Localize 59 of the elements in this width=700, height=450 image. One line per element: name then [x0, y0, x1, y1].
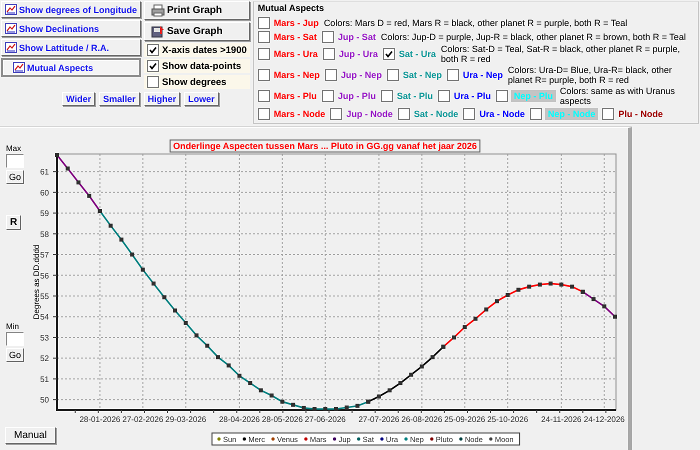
tick-label: 28-01-2026: [79, 415, 120, 424]
color-note: Colors: Mars D = red, Mars R = black, other planet R = purple, both R = Teal: [324, 18, 628, 28]
tick-label: 25-09-2026: [444, 415, 486, 424]
color-note: Colors: same as with Uranus aspects: [560, 86, 676, 106]
tick-label: 55: [40, 292, 49, 301]
checkbox-label: Ura - Nep: [462, 70, 504, 80]
tick-label: 51: [40, 374, 49, 384]
checkbox-label: Show degrees: [162, 76, 226, 88]
tick-label: 61: [40, 168, 49, 177]
checkbox-label: Sat - Node: [412, 108, 460, 118]
checkbox-label: Mars - Jup: [272, 18, 320, 28]
tick-label: 28-05-2026: [262, 415, 303, 424]
checkbox-label: Mars - Ura: [272, 49, 319, 59]
checkbox-label: Show data-points: [162, 60, 242, 72]
tick-label: 50: [40, 396, 49, 405]
color-note: Colors: Ura-D= Blue, Ura-R= black, other planet R= purple, both R = red: [508, 65, 673, 85]
tick-label: 58: [40, 230, 49, 239]
checkbox-label: Jup - Sat: [336, 32, 377, 42]
tick-label: 25-10-2026: [487, 415, 528, 424]
checkbox-label: X-axis dates >1900: [162, 44, 247, 56]
checkbox-label: Sat - Ura: [398, 49, 437, 59]
checkbox-label: Plu - Node: [617, 108, 664, 118]
color-note: Colors: Sat-D = Teal, Sat-R = black, other planet R = purple, both R = red: [440, 44, 682, 64]
checkbox-label: Jup - Plu: [336, 91, 377, 101]
tick-label: 56: [40, 271, 49, 280]
axis-title: Degrees as DD.dddd: [32, 244, 41, 320]
min-label: Min: [6, 322, 19, 331]
tick-label: 27-02-2026: [122, 415, 164, 424]
tick-label: 28-04-2026: [218, 415, 260, 424]
checkbox-label: Jup - Ura: [338, 49, 379, 59]
tick-label: 53: [40, 333, 49, 342]
tick-label: 60: [40, 188, 49, 198]
checkbox-label: Mars - Node: [272, 108, 326, 118]
max-label: Max: [6, 144, 22, 153]
tick-label: 26-08-2026: [401, 415, 442, 424]
tick-label: 52: [40, 354, 49, 364]
color-note: Colors: Jup-D = purple, Jup-R = black, other planet R = brown, both R = Teal: [380, 32, 687, 42]
checkbox-label: Sat - Plu: [396, 91, 434, 101]
checkbox-label: Nep - Node: [544, 108, 598, 120]
checkbox-label: Sat - Nep: [402, 70, 443, 80]
chart-title: Onderlinge Aspecten tussen Mars ... Pluto in GG.gg vanaf het jaar 2026: [170, 140, 480, 152]
checkbox-label: Ura - Node: [478, 108, 526, 118]
checkbox-label: Nep - Plu: [510, 90, 556, 102]
tick-label: 54: [40, 312, 49, 322]
tick-label: 59: [40, 209, 49, 218]
checkbox-label: Jup - Nep: [340, 70, 383, 80]
chart-title: Onderlinge Aspecten tussen Mars ... Pluto in GG.gg vanaf het jaar 2026: [173, 141, 477, 151]
tick-label: 24-12-2026: [584, 415, 625, 424]
tick-label: 27-06-2026: [304, 415, 346, 424]
tick-label: 29-03-2026: [165, 415, 206, 424]
checkbox-label: Ura - Plu: [452, 91, 492, 101]
checkbox-label: Jup - Node: [345, 108, 394, 118]
checkbox-label: Mars - Sat: [272, 32, 318, 42]
group-title: Mutual Aspects: [258, 3, 325, 13]
tick-label: 27-07-2026: [358, 415, 400, 424]
checkbox-label: Mars - Plu: [272, 91, 318, 101]
tick-label: 57: [40, 250, 49, 260]
tick-label: 24-11-2026: [541, 415, 582, 424]
checkbox-label: Mars - Nep: [272, 70, 321, 80]
